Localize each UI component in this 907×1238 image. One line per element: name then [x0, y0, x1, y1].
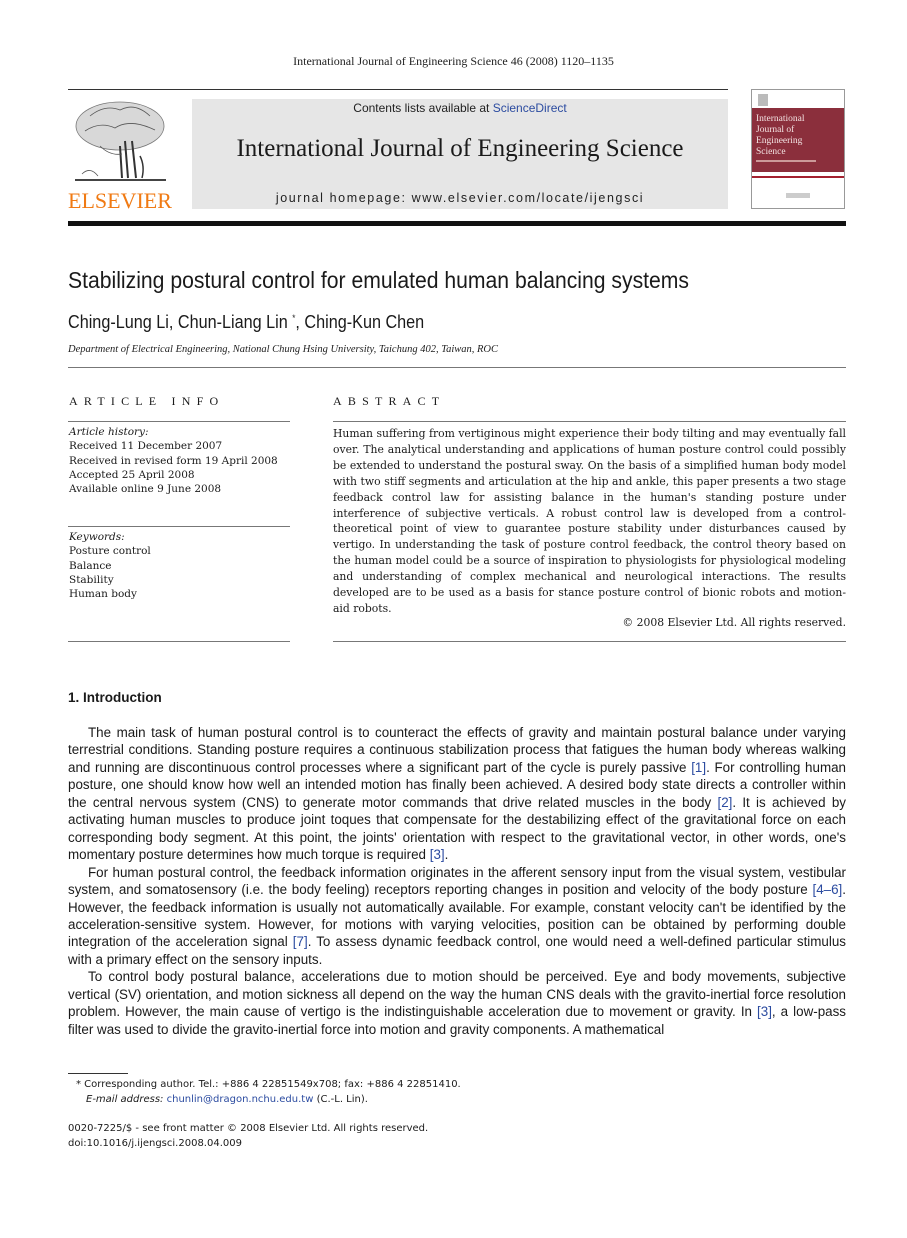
corresponding-author-note: * Corresponding author. Tel.: +886 4 228…	[76, 1079, 461, 1090]
front-matter: 0020-7225/$ - see front matter © 2008 El…	[68, 1122, 428, 1151]
citation-link[interactable]: [4–6]	[812, 882, 842, 897]
issn-line: 0020-7225/$ - see front matter © 2008 El…	[68, 1123, 429, 1134]
affiliation: Department of Electrical Engineering, Na…	[68, 344, 499, 355]
keyword-item: Stability	[69, 573, 114, 586]
author-list: Ching-Lung Li, Chun-Liang Lin *, Ching-K…	[68, 312, 424, 333]
keyword-item: Posture control	[69, 545, 151, 558]
article-info-rule-bottom	[68, 641, 290, 642]
cover-publisher-mark	[786, 193, 810, 198]
article-history-label: Article history:	[69, 426, 149, 438]
journal-title: International Journal of Engineering Sci…	[236, 135, 684, 162]
sciencedirect-link[interactable]: ScienceDirect	[493, 101, 567, 115]
masthead-rule	[68, 221, 846, 226]
abstract-rule-top	[333, 421, 846, 422]
running-head: International Journal of Engineering Sci…	[293, 54, 614, 68]
abstract-text: Human suffering from vertiginous might e…	[333, 427, 846, 615]
journal-banner: Contents lists available at ScienceDirec…	[192, 99, 728, 209]
journal-cover-thumbnail[interactable]: International Journal of Engineering Sci…	[751, 89, 845, 209]
article-title: Stabilizing postural control for emulate…	[68, 267, 690, 293]
journal-homepage[interactable]: journal homepage: www.elsevier.com/locat…	[192, 191, 728, 205]
email-label: E-mail address:	[86, 1093, 164, 1105]
abstract-heading: ABSTRACT	[333, 394, 446, 408]
cover-publisher-icon	[758, 94, 768, 106]
elsevier-logo[interactable]: ELSEVIER	[68, 96, 180, 213]
footnote: * Corresponding author. Tel.: +886 4 228…	[76, 1078, 461, 1107]
article-info-rule-mid	[68, 526, 290, 527]
keyword-item: Human body	[69, 588, 137, 601]
keyword-item: Balance	[69, 559, 112, 572]
abstract-rule-bottom	[333, 641, 846, 642]
history-online: Available online 9 June 2008	[69, 483, 222, 496]
history-received: Received 11 December 2007	[69, 440, 223, 453]
citation-link[interactable]: [2]	[717, 795, 732, 810]
section-heading-introduction: 1. Introduction	[68, 690, 162, 705]
footnote-rule	[68, 1073, 128, 1074]
cover-title: International Journal of Engineering Sci…	[756, 114, 805, 157]
history-revised: Received in revised form 19 April 2008	[69, 454, 278, 467]
paragraph: To control body postural balance, accele…	[68, 969, 846, 1037]
contents-line: Contents lists available at ScienceDirec…	[192, 101, 728, 115]
article-info-heading: ARTICLE INFO	[69, 394, 225, 408]
history-accepted: Accepted 25 April 2008	[69, 468, 195, 481]
citation-link[interactable]: [3]	[430, 847, 445, 862]
header-divider	[68, 367, 846, 368]
keywords-label: Keywords:	[69, 531, 125, 543]
cover-divider	[752, 176, 844, 178]
cover-subtitle-bar	[756, 160, 816, 162]
citation-link[interactable]: [1]	[691, 760, 706, 775]
paragraph: The main task of human postural control …	[68, 725, 846, 863]
cover-band: International Journal of Engineering Sci…	[752, 108, 844, 172]
abstract-copyright: © 2008 Elsevier Ltd. All rights reserved…	[622, 616, 846, 629]
email-line: E-mail address: chunlin@dragon.nchu.edu.…	[86, 1093, 368, 1105]
authors-part-2: , Ching-Kun Chen	[295, 312, 425, 332]
authors-part-1: Ching-Lung Li, Chun-Liang Lin	[68, 312, 293, 332]
article-history: Article history: Received 11 December 20…	[69, 425, 278, 496]
contents-prefix: Contents lists available at	[353, 101, 493, 115]
paragraph: For human postural control, the feedback…	[68, 864, 846, 967]
elsevier-wordmark: ELSEVIER	[68, 188, 172, 213]
introduction-body: The main task of human postural control …	[68, 724, 846, 1038]
email-link[interactable]: chunlin@dragon.nchu.edu.tw	[167, 1094, 314, 1105]
top-rule	[68, 89, 728, 90]
keywords: Keywords: Posture control Balance Stabil…	[69, 530, 151, 601]
elsevier-tree-icon	[75, 101, 166, 181]
article-info-rule-top	[68, 421, 290, 422]
citation-link[interactable]: [7]	[293, 934, 308, 949]
doi-line[interactable]: doi:10.1016/j.ijengsci.2008.04.009	[68, 1137, 428, 1152]
citation-link[interactable]: [3]	[757, 1004, 772, 1019]
